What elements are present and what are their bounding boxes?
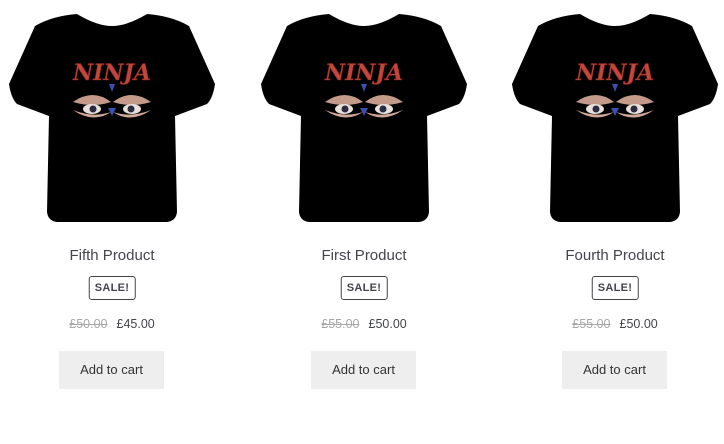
sale-price: £50.00	[368, 317, 407, 331]
product-grid: NINJA Fifth Product SALE! £50.00 £45.00 A…	[0, 0, 724, 444]
ninja-tshirt-icon[interactable]: NINJA	[510, 12, 720, 224]
product-title[interactable]: Fifth Product	[7, 246, 217, 266]
product-card: NINJA Fourth Product SALE! £55.00 £50.00 …	[510, 0, 720, 444]
ninja-tshirt-icon[interactable]: NINJA	[7, 12, 217, 224]
old-price: £50.00	[69, 317, 108, 331]
svg-text:NINJA: NINJA	[72, 60, 151, 86]
sale-badge: SALE!	[88, 276, 136, 300]
price: £50.00 £45.00	[7, 316, 217, 332]
ninja-tshirt-icon[interactable]: NINJA	[259, 12, 469, 224]
sale-price: £50.00	[619, 317, 658, 331]
product-card: NINJA First Product SALE! £55.00 £50.00 A…	[259, 0, 469, 444]
sale-price: £45.00	[116, 317, 155, 331]
sale-badge: SALE!	[591, 276, 639, 300]
price: £55.00 £50.00	[259, 316, 469, 332]
add-to-cart-button[interactable]: Add to cart	[311, 351, 416, 389]
product-title[interactable]: Fourth Product	[510, 246, 720, 266]
price: £55.00 £50.00	[510, 316, 720, 332]
add-to-cart-button[interactable]: Add to cart	[59, 351, 164, 389]
add-to-cart-button[interactable]: Add to cart	[562, 351, 667, 389]
svg-text:NINJA: NINJA	[324, 60, 403, 86]
product-title[interactable]: First Product	[259, 246, 469, 266]
sale-badge: SALE!	[340, 276, 388, 300]
old-price: £55.00	[572, 317, 611, 331]
old-price: £55.00	[321, 317, 360, 331]
product-card: NINJA Fifth Product SALE! £50.00 £45.00 A…	[7, 0, 217, 444]
svg-text:NINJA: NINJA	[575, 60, 654, 86]
